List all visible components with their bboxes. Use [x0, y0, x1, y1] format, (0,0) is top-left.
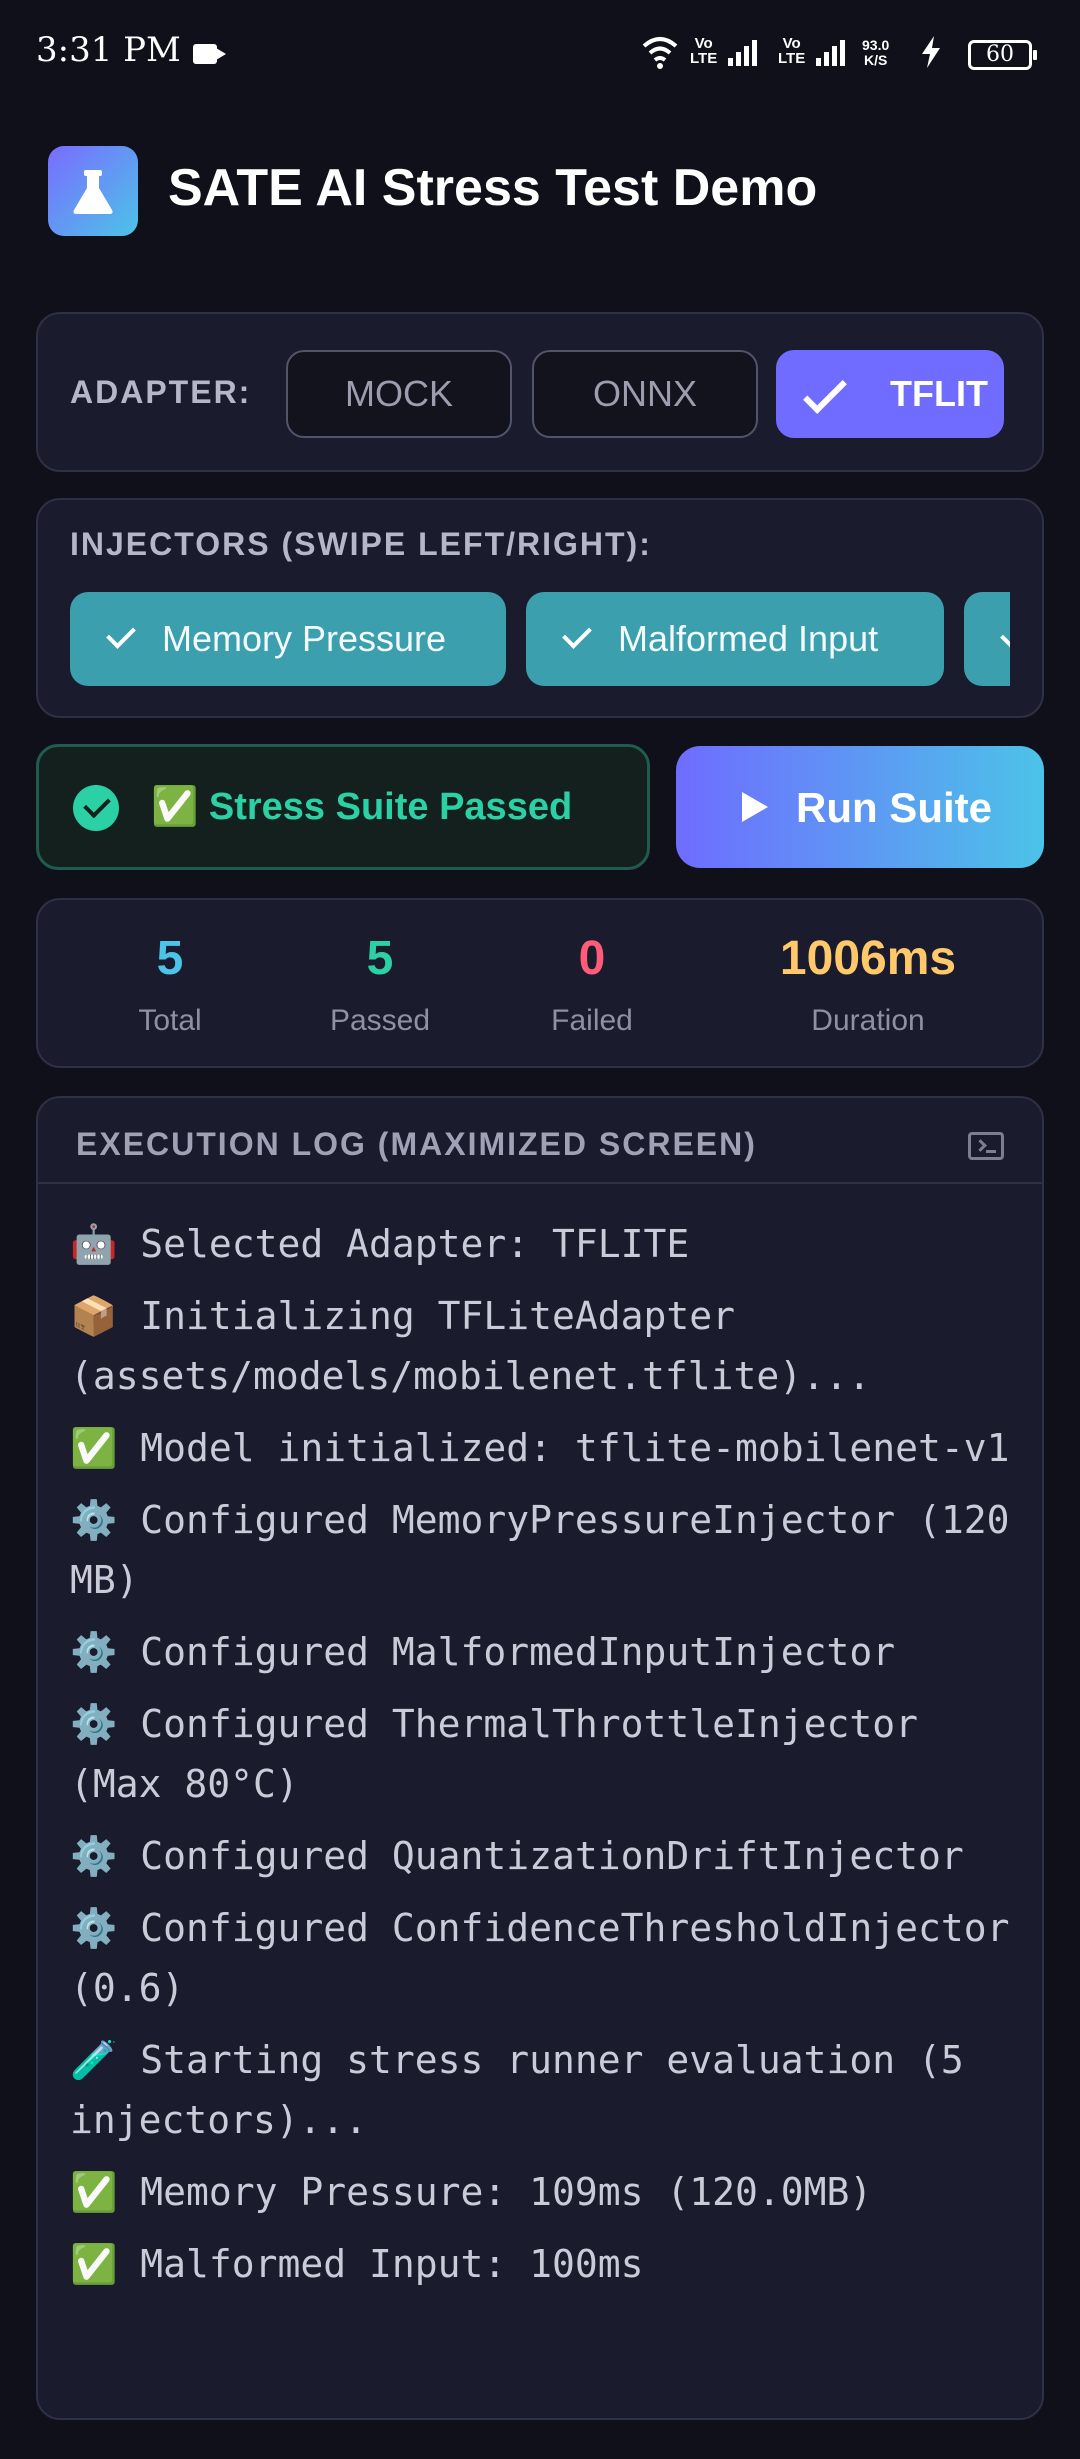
injector-chip-next[interactable] — [964, 592, 1010, 686]
stat-label: Failed — [551, 1004, 633, 1037]
suite-status: ✅ Stress Suite Passed — [36, 744, 650, 870]
app-title: SATE AI Stress Test Demo — [168, 159, 818, 217]
log-line: ✅ Malformed Input: 100ms — [70, 2242, 644, 2286]
log-line: ⚙️ Configured ThermalThrottleInjector (M… — [70, 1702, 941, 1806]
log-line: ⚙️ Configured QuantizationDriftInjector — [70, 1834, 964, 1878]
charging-icon — [922, 36, 940, 68]
stat-value: 5 — [156, 932, 184, 985]
adapter-option-tflite[interactable]: TFLIT — [776, 350, 1004, 438]
check-icon — [106, 619, 136, 649]
stat-duration: 1006ms Duration — [738, 930, 998, 1038]
status-time: 3:31 PM — [36, 30, 181, 70]
log-line: ⚙️ Configured ConfidenceThresholdInjecto… — [70, 1906, 1033, 2010]
check-circle-icon — [73, 785, 119, 831]
play-icon — [742, 792, 768, 822]
stat-label: Total — [138, 1004, 202, 1037]
adapter-option-label: TFLIT — [890, 373, 988, 414]
injector-chip-label: Memory Pressure — [162, 618, 447, 659]
stat-value: 1006ms — [779, 932, 957, 985]
injector-chip-label: Malformed Input — [618, 618, 879, 659]
adapter-option-label: ONNX — [592, 373, 697, 414]
stat-value: 0 — [578, 932, 606, 985]
status-bar: 3:31 PM Vo LTE Vo LTE 93.0 K/S 60 — [0, 0, 1080, 105]
stat-passed: 5 Passed — [300, 930, 460, 1038]
injectors-label: INJECTORS (SWIPE LEFT/RIGHT): — [70, 526, 652, 562]
log-line: 📦 Initializing TFLiteAdapter (assets/mod… — [70, 1294, 871, 1398]
wifi-icon — [642, 37, 678, 69]
video-camera-icon — [193, 44, 226, 64]
injectors-panel: INJECTORS (SWIPE LEFT/RIGHT): Memory Pre… — [36, 498, 1044, 718]
battery-icon: 60 — [968, 40, 1037, 70]
log-body: 🤖 Selected Adapter: TFLITE 📦 Initializin… — [70, 1214, 1030, 2306]
status-text: ✅ Stress Suite Passed — [151, 786, 573, 828]
volte-label-1: Vo LTE — [690, 35, 718, 67]
run-suite-label: Run Suite — [796, 784, 992, 831]
log-line: ✅ Model initialized: tflite-mobilenet-v1 — [70, 1426, 1010, 1470]
log-line: ⚙️ Configured MemoryPressureInjector (12… — [70, 1498, 1033, 1602]
log-line: 🤖 Selected Adapter: TFLITE — [70, 1222, 690, 1266]
network-speed: 93.0 K/S — [862, 37, 890, 68]
stat-value: 5 — [366, 932, 394, 985]
check-icon — [1000, 619, 1010, 649]
volte-label-2: Vo LTE — [778, 35, 806, 67]
stat-label: Passed — [329, 1004, 431, 1037]
signal-icon-1 — [728, 40, 757, 66]
stat-label: Duration — [811, 1004, 925, 1037]
check-icon — [562, 619, 592, 649]
run-suite-button[interactable]: Run Suite — [676, 746, 1044, 868]
stat-total: 5 Total — [90, 930, 250, 1038]
adapter-option-onnx[interactable]: ONNX — [532, 350, 758, 438]
log-title: EXECUTION LOG (MAXIMIZED SCREEN) — [76, 1126, 757, 1162]
injector-chip-memory-pressure[interactable]: Memory Pressure — [70, 592, 506, 686]
check-icon — [803, 370, 847, 414]
log-line: 🧪 Starting stress runner evaluation (5 i… — [70, 2038, 987, 2142]
status-icons: Vo LTE Vo LTE 93.0 K/S 60 — [640, 30, 1080, 80]
log-header: EXECUTION LOG (MAXIMIZED SCREEN) — [38, 1098, 1042, 1184]
flask-icon — [48, 146, 138, 236]
adapter-option-label: MOCK — [345, 373, 453, 414]
injector-chip-list[interactable]: Memory Pressure Malformed Input — [70, 592, 1010, 688]
stat-failed: 0 Failed — [512, 930, 672, 1038]
adapter-selector: ADAPTER: MOCK ONNX TFLIT — [36, 312, 1044, 472]
log-line: ⚙️ Configured MalformedInputInjector — [70, 1630, 896, 1674]
terminal-icon[interactable] — [968, 1132, 1004, 1160]
log-line: ✅ Memory Pressure: 109ms (120.0MB) — [70, 2170, 873, 2214]
adapter-option-mock[interactable]: MOCK — [286, 350, 512, 438]
signal-icon-2 — [816, 40, 845, 66]
stats-panel: 5 Total 5 Passed 0 Failed 1006ms Duratio… — [36, 898, 1044, 1068]
injector-chip-malformed-input[interactable]: Malformed Input — [526, 592, 944, 686]
adapter-label: ADAPTER: — [70, 374, 252, 410]
execution-log[interactable]: EXECUTION LOG (MAXIMIZED SCREEN) 🤖 Selec… — [36, 1096, 1044, 2420]
